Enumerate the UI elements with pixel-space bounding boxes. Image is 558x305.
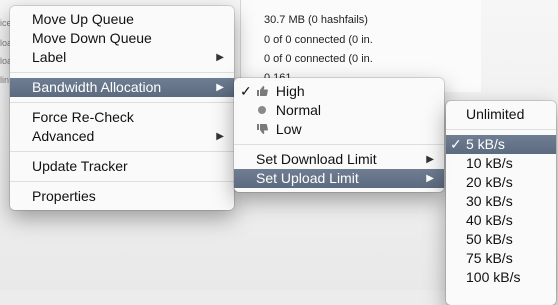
menu-item-label: Set Download Limit xyxy=(256,151,377,167)
menu-item-bandwidth-allocation[interactable]: Bandwidth Allocation ▶ xyxy=(10,78,234,97)
menu-item-move-up-queue[interactable]: Move Up Queue xyxy=(10,10,234,29)
upload-limit-submenu: Unlimited ✓ 5 kB/s 10 kB/s 20 kB/s 30 kB… xyxy=(446,101,556,305)
menu-item-label: 100 kB/s xyxy=(466,269,521,285)
menu-item-upload-20[interactable]: 20 kB/s xyxy=(446,173,556,192)
detail-seeds: 0 of 0 connected (0 in. xyxy=(264,34,373,46)
menu-item-label: Move Down Queue xyxy=(32,30,152,46)
menu-item-update-tracker[interactable]: Update Tracker xyxy=(10,157,234,176)
menu-item-label: Set Upload Limit xyxy=(256,170,359,186)
menu-item-label: Move Up Queue xyxy=(32,11,134,27)
menu-item-label: 5 kB/s xyxy=(466,136,505,152)
menu-item-label: High xyxy=(275,83,305,99)
checkmark-icon: ✓ xyxy=(450,136,462,152)
menu-item-label: 20 kB/s xyxy=(466,174,513,190)
menu-item-upload-10[interactable]: 10 kB/s xyxy=(446,154,556,173)
menu-item-label: Low xyxy=(275,121,302,137)
menu-item-upload-5[interactable]: ✓ 5 kB/s xyxy=(446,135,556,154)
menu-item-label: Properties xyxy=(32,188,96,204)
menu-item-upload-unlimited[interactable]: Unlimited xyxy=(446,105,556,124)
menu-item-label: 40 kB/s xyxy=(466,212,513,228)
submenu-arrow-icon: ▶ xyxy=(216,52,224,63)
submenu-arrow-icon: ▶ xyxy=(426,154,434,165)
menu-item-upload-75[interactable]: 75 kB/s xyxy=(446,249,556,268)
menu-separator xyxy=(10,102,234,103)
dot-icon xyxy=(256,104,268,116)
menu-item-label: Update Tracker xyxy=(32,158,128,174)
menu-separator xyxy=(10,72,234,73)
menu-item-label-submenu[interactable]: Label ▶ xyxy=(10,48,234,67)
bandwidth-submenu: ✓ High Normal Low Set Download Limit ▶ S… xyxy=(234,78,444,192)
context-menu: Move Up Queue Move Down Queue Label ▶ Ba… xyxy=(10,6,234,210)
menu-item-upload-40[interactable]: 40 kB/s xyxy=(446,211,556,230)
menu-item-label: Bandwidth Allocation xyxy=(32,79,162,95)
menu-item-advanced[interactable]: Advanced ▶ xyxy=(10,127,234,146)
menu-separator xyxy=(10,181,234,182)
menu-item-label: Normal xyxy=(275,102,322,118)
menu-item-label: 10 kB/s xyxy=(466,155,513,171)
menu-item-label: 75 kB/s xyxy=(466,250,513,266)
submenu-arrow-icon: ▶ xyxy=(216,131,224,142)
thumbs-down-icon xyxy=(256,123,268,135)
menu-item-properties[interactable]: Properties xyxy=(10,187,234,206)
detail-downloaded: 30.7 MB (0 hashfails) xyxy=(264,14,368,26)
menu-item-force-recheck[interactable]: Force Re-Check xyxy=(10,108,234,127)
menu-separator xyxy=(446,129,556,130)
menu-item-label: Label xyxy=(32,49,67,65)
detail-peers: 0 of 0 connected (0 in. xyxy=(264,53,373,65)
menu-separator xyxy=(234,144,444,145)
menu-item-move-down-queue[interactable]: Move Down Queue xyxy=(10,29,234,48)
menu-item-priority-normal[interactable]: Normal xyxy=(234,101,444,120)
thumbs-up-icon xyxy=(256,85,268,97)
menu-item-set-download-limit[interactable]: Set Download Limit ▶ xyxy=(234,150,444,169)
menu-item-label: 50 kB/s xyxy=(466,231,513,247)
menu-item-upload-100[interactable]: 100 kB/s xyxy=(446,268,556,287)
menu-item-set-upload-limit[interactable]: Set Upload Limit ▶ xyxy=(234,169,444,188)
menu-item-priority-high[interactable]: ✓ High xyxy=(234,82,444,101)
menu-item-label: Advanced xyxy=(32,128,95,144)
menu-separator xyxy=(10,151,234,152)
bg-fragment: lin xyxy=(0,75,10,85)
menu-item-priority-low[interactable]: Low xyxy=(234,120,444,139)
menu-item-label: Force Re-Check xyxy=(32,109,134,125)
menu-item-label: Unlimited xyxy=(466,106,525,122)
menu-item-label: 30 kB/s xyxy=(466,193,513,209)
submenu-arrow-icon: ▶ xyxy=(216,82,224,93)
menu-item-upload-50[interactable]: 50 kB/s xyxy=(446,230,556,249)
checkmark-icon: ✓ xyxy=(240,83,252,99)
submenu-arrow-icon: ▶ xyxy=(426,173,434,184)
menu-item-upload-30[interactable]: 30 kB/s xyxy=(446,192,556,211)
